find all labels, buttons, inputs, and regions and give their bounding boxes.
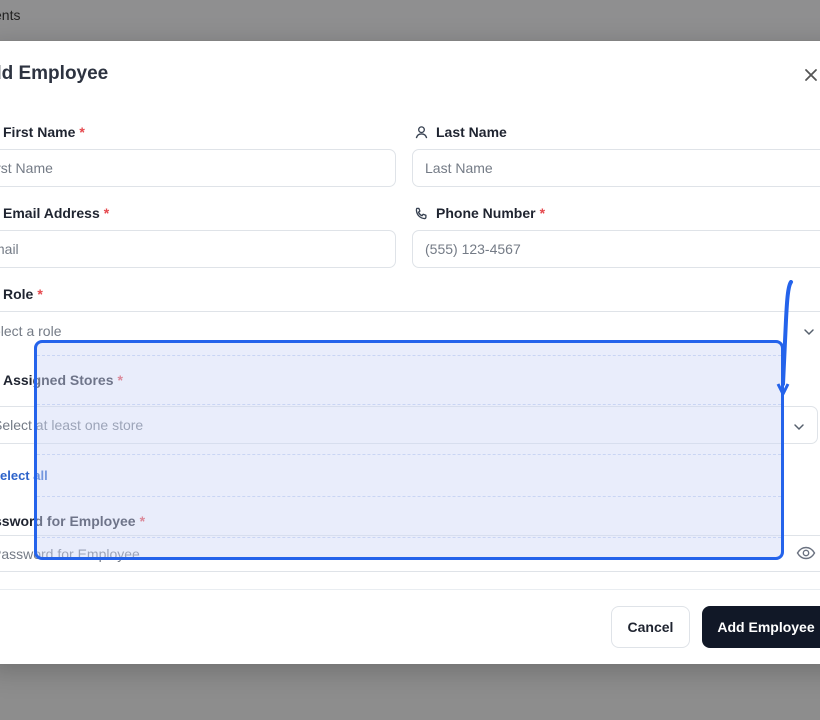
scroll-selection-highlight [34, 340, 784, 560]
first-name-input[interactable]: irst Name [0, 149, 396, 187]
eye-icon[interactable] [796, 545, 816, 561]
footer-divider [0, 589, 820, 590]
last-name-input[interactable]: Last Name [412, 149, 820, 187]
email-label: Email Address * [3, 205, 110, 221]
phone-input[interactable]: (555) 123-4567 [412, 230, 820, 268]
phone-icon [415, 207, 427, 219]
modal-title: dd Employee [0, 63, 109, 84]
add-employee-button[interactable]: Add Employee [702, 606, 820, 648]
page-background-header: ents [0, 0, 820, 40]
email-input[interactable]: mail [0, 230, 396, 268]
first-name-label: First Name * [3, 124, 85, 140]
close-icon[interactable] [802, 66, 820, 84]
scroll-direction-arrow [776, 280, 793, 396]
cancel-button[interactable]: Cancel [611, 606, 690, 648]
background-page-title: ents [0, 7, 21, 23]
role-label: Role * [3, 286, 43, 302]
chevron-down-icon [804, 329, 814, 336]
chevron-down-icon [794, 424, 804, 431]
last-name-label: Last Name [414, 124, 507, 140]
user-icon [415, 125, 428, 138]
phone-label: Phone Number * [414, 205, 545, 221]
